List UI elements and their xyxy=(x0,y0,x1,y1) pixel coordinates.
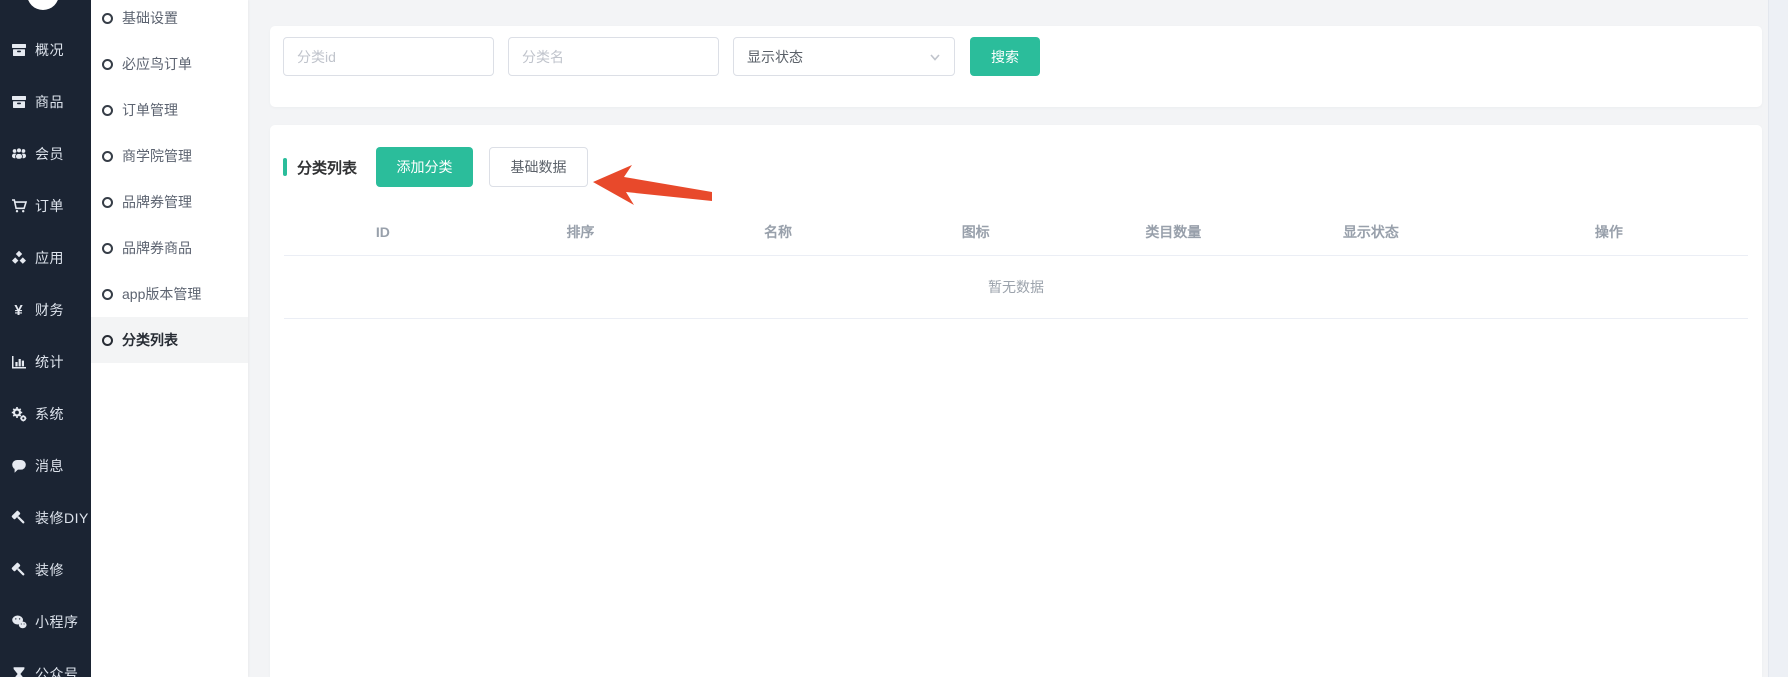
admin-app: 概况 商品 会员 订单 xyxy=(0,0,1788,677)
radio-ring-icon xyxy=(102,151,113,162)
apps-icon xyxy=(10,250,27,267)
radio-ring-icon xyxy=(102,335,113,346)
decorate-diy-icon xyxy=(10,510,27,527)
sidebar-item-stats[interactable]: 统计 xyxy=(0,336,91,388)
secondary-sidebar: 基础设置 必应鸟订单 订单管理 商学院管理 品牌券管理 品牌券商品 xyxy=(91,0,248,677)
category-list-card: 分类列表 添加分类 基础数据 ID xyxy=(270,125,1762,677)
col-header-category-count: 类目数量 xyxy=(1075,210,1273,255)
sidebar-item-decorate-diy[interactable]: 装修DIY xyxy=(0,492,91,544)
empty-state-text: 暂无数据 xyxy=(284,255,1748,318)
sidebar-item-label: 小程序 xyxy=(35,612,79,632)
sidebar-item-label: 公众号 xyxy=(35,664,79,677)
finance-icon: ¥ xyxy=(10,302,27,319)
category-table: ID 排序 名称 图标 类目数量 显示状态 操作 暂无数据 xyxy=(284,210,1748,319)
sidebar-item-goods[interactable]: 商品 xyxy=(0,76,91,128)
filter-row: 显示状态 搜索 xyxy=(283,37,1040,76)
radio-ring-icon xyxy=(102,105,113,116)
submenu-item-basic-settings[interactable]: 基础设置 xyxy=(91,0,248,41)
col-header-sort: 排序 xyxy=(482,210,680,255)
radio-ring-icon xyxy=(102,59,113,70)
sidebar-item-messages[interactable]: 消息 xyxy=(0,440,91,492)
card-title-row: 分类列表 添加分类 基础数据 xyxy=(283,147,588,187)
goods-icon xyxy=(10,94,27,111)
sidebar-item-label: 装修 xyxy=(35,560,64,580)
submenu-item-label: 必应鸟订单 xyxy=(122,54,192,74)
sidebar-item-label: 装修DIY xyxy=(35,508,89,528)
display-status-select-value: 显示状态 xyxy=(747,47,803,67)
col-header-id: ID xyxy=(284,210,482,255)
miniprogram-icon xyxy=(10,614,27,631)
sidebar-item-label: 会员 xyxy=(35,144,64,164)
submenu-item-label: 品牌券管理 xyxy=(122,192,192,212)
sidebar-item-label: 概况 xyxy=(35,40,64,60)
radio-ring-icon xyxy=(102,197,113,208)
stats-icon xyxy=(10,354,27,371)
col-header-actions: 操作 xyxy=(1470,210,1748,255)
search-button[interactable]: 搜索 xyxy=(970,37,1040,76)
main-content: 显示状态 搜索 分类列表 添加分类 基础数据 xyxy=(248,0,1788,677)
submenu-item-order-management[interactable]: 订单管理 xyxy=(91,87,248,133)
submenu-item-label: 分类列表 xyxy=(122,330,178,350)
sidebar-item-official-account[interactable]: 公众号 xyxy=(0,648,91,677)
sidebar-item-label: 统计 xyxy=(35,352,64,372)
sidebar-item-decorate[interactable]: 装修 xyxy=(0,544,91,596)
table-header-row: ID 排序 名称 图标 类目数量 显示状态 操作 xyxy=(284,210,1748,255)
submenu-item-label: app版本管理 xyxy=(122,284,201,304)
submenu-item-label: 订单管理 xyxy=(122,100,178,120)
card-title: 分类列表 xyxy=(297,157,357,178)
sidebar-item-label: 系统 xyxy=(35,404,64,424)
sidebar-item-system[interactable]: 系统 xyxy=(0,388,91,440)
annotation-arrow-icon xyxy=(590,165,715,215)
secondary-nav: 基础设置 必应鸟订单 订单管理 商学院管理 品牌券管理 品牌券商品 xyxy=(91,0,248,363)
system-icon xyxy=(10,406,27,423)
avatar[interactable] xyxy=(27,0,59,10)
radio-ring-icon xyxy=(102,289,113,300)
col-header-display-status: 显示状态 xyxy=(1272,210,1470,255)
orders-icon xyxy=(10,198,27,215)
sidebar-item-members[interactable]: 会员 xyxy=(0,128,91,180)
sidebar-item-overview[interactable]: 概况 xyxy=(0,24,91,76)
empty-row: 暂无数据 xyxy=(284,255,1748,318)
primary-sidebar: 概况 商品 会员 订单 xyxy=(0,0,91,677)
category-name-input[interactable] xyxy=(508,37,719,76)
submenu-item-bingbird-orders[interactable]: 必应鸟订单 xyxy=(91,41,248,87)
search-filter-card: 显示状态 搜索 xyxy=(270,26,1762,107)
sidebar-item-miniprogram[interactable]: 小程序 xyxy=(0,596,91,648)
members-icon xyxy=(10,146,27,163)
submenu-item-business-school[interactable]: 商学院管理 xyxy=(91,133,248,179)
add-category-button[interactable]: 添加分类 xyxy=(376,147,473,187)
radio-ring-icon xyxy=(102,243,113,254)
submenu-item-brand-coupon-management[interactable]: 品牌券管理 xyxy=(91,179,248,225)
display-status-select[interactable]: 显示状态 xyxy=(733,37,955,76)
submenu-item-brand-coupon-goods[interactable]: 品牌券商品 xyxy=(91,225,248,271)
primary-nav: 概况 商品 会员 订单 xyxy=(0,24,91,677)
title-accent-bar xyxy=(283,158,287,176)
sidebar-item-label: 应用 xyxy=(35,248,64,268)
sidebar-item-finance[interactable]: ¥ 财务 xyxy=(0,284,91,336)
sidebar-item-label: 消息 xyxy=(35,456,64,476)
decorate-icon xyxy=(10,562,27,579)
sidebar-item-apps[interactable]: 应用 xyxy=(0,232,91,284)
submenu-item-label: 基础设置 xyxy=(122,8,178,28)
submenu-item-label: 商学院管理 xyxy=(122,146,192,166)
chevron-down-icon xyxy=(929,51,941,63)
official-account-icon xyxy=(10,666,27,677)
col-header-icon: 图标 xyxy=(877,210,1075,255)
scrollbar-track[interactable] xyxy=(1768,0,1788,677)
submenu-item-label: 品牌券商品 xyxy=(122,238,192,258)
overview-icon xyxy=(10,42,27,59)
radio-ring-icon xyxy=(102,13,113,24)
submenu-item-app-version[interactable]: app版本管理 xyxy=(91,271,248,317)
sidebar-item-label: 商品 xyxy=(35,92,64,112)
sidebar-item-label: 财务 xyxy=(35,300,64,320)
base-data-button[interactable]: 基础数据 xyxy=(489,147,588,187)
submenu-item-category-list[interactable]: 分类列表 xyxy=(91,317,248,363)
category-id-input[interactable] xyxy=(283,37,494,76)
sidebar-item-orders[interactable]: 订单 xyxy=(0,180,91,232)
sidebar-item-label: 订单 xyxy=(35,196,64,216)
col-header-name: 名称 xyxy=(679,210,877,255)
messages-icon xyxy=(10,458,27,475)
